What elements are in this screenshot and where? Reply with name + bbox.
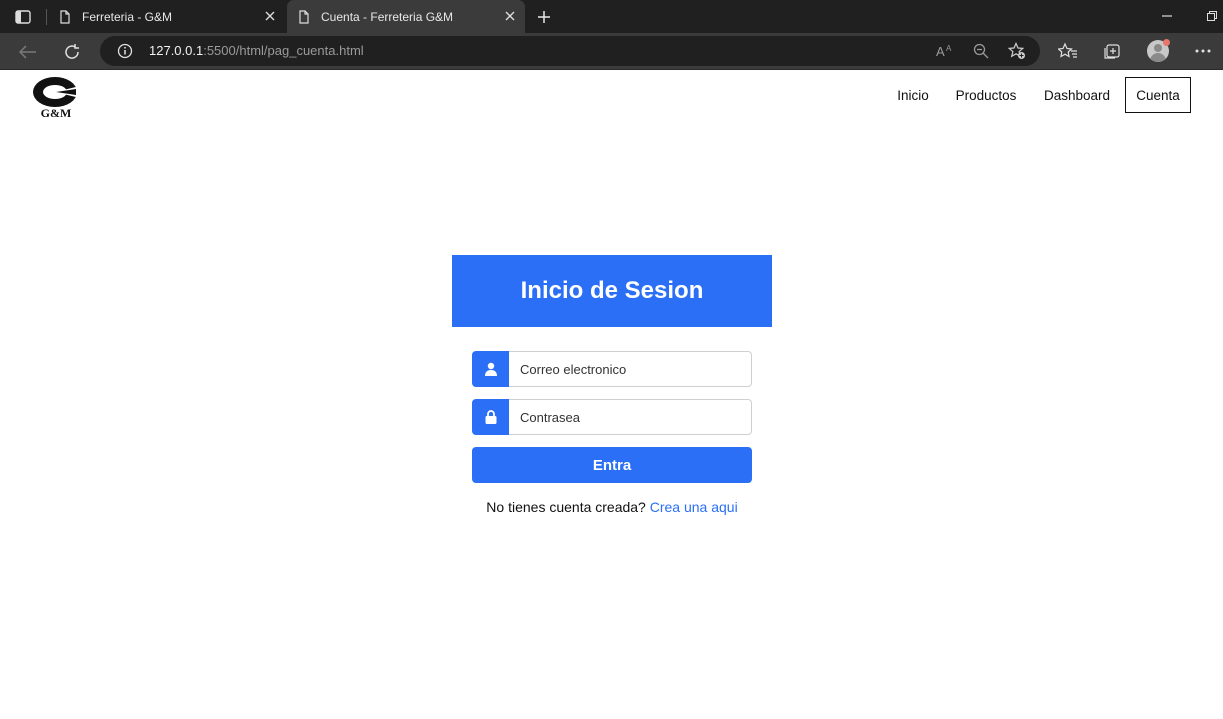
more-icon[interactable] (1193, 41, 1213, 61)
user-icon (472, 351, 509, 387)
lock-icon (472, 399, 509, 435)
notification-dot (1163, 39, 1170, 46)
info-icon[interactable] (117, 43, 133, 59)
login-title: Inicio de Sesion (452, 255, 772, 327)
logo-text: G&M (40, 106, 72, 120)
avatar-body (1150, 53, 1166, 62)
nav-link-inicio[interactable]: Inicio (884, 77, 942, 113)
collections-icon[interactable] (1102, 41, 1122, 61)
tab-title: Cuenta - Ferreteria G&M (321, 9, 454, 24)
avatar-head (1154, 44, 1162, 52)
zoom-out-icon[interactable] (972, 42, 990, 60)
add-favorite-icon[interactable] (1008, 42, 1026, 60)
plus-icon[interactable] (533, 6, 555, 28)
email-input-group (472, 351, 752, 387)
minimize-icon[interactable] (1158, 7, 1176, 25)
svg-text:A: A (946, 44, 952, 53)
svg-text:A: A (936, 44, 945, 59)
close-icon[interactable] (263, 9, 277, 23)
browser-tab-cuenta[interactable]: Cuenta - Ferreteria G&M (287, 0, 525, 33)
site-logo[interactable]: G&M (30, 76, 82, 120)
tab-separator (46, 9, 47, 25)
tab-title: Ferreteria - G&M (82, 9, 173, 24)
nav-link-cuenta[interactable]: Cuenta (1125, 77, 1191, 113)
url-bar[interactable]: 127.0.0.1:5500/html/pag_cuenta.html AA (100, 36, 1040, 66)
password-input-group (472, 399, 752, 435)
url-text: 127.0.0.1:5500/html/pag_cuenta.html (149, 43, 364, 58)
tab-actions-icon[interactable] (10, 6, 36, 28)
password-input[interactable] (509, 399, 752, 435)
browser-tab-bar: Ferreteria - G&M Cuenta - Ferreteria G&M (0, 0, 1223, 33)
document-icon (60, 9, 70, 24)
email-input[interactable] (509, 351, 752, 387)
register-prompt: No tienes cuenta creada? Crea una aqui (452, 499, 772, 515)
nav-link-dashboard[interactable]: Dashboard (1032, 77, 1122, 113)
favorites-icon[interactable] (1058, 41, 1078, 61)
close-icon[interactable] (503, 9, 517, 23)
read-aloud-icon[interactable]: AA (936, 42, 954, 60)
document-icon (299, 9, 309, 24)
nav-link-productos[interactable]: Productos (946, 77, 1026, 113)
register-prompt-text: No tienes cuenta creada? (486, 499, 646, 515)
url-path: :5500/html/pag_cuenta.html (203, 43, 364, 58)
browser-tab-ferreteria[interactable]: Ferreteria - G&M (48, 0, 285, 33)
logo-mark-icon (33, 77, 80, 107)
browser-address-bar: 127.0.0.1:5500/html/pag_cuenta.html AA (0, 33, 1223, 70)
web-page: G&M Inicio Productos Dashboard Cuenta In… (0, 71, 1223, 719)
register-link[interactable]: Crea una aqui (650, 499, 738, 515)
back-arrow-icon[interactable] (16, 40, 40, 64)
refresh-icon[interactable] (60, 40, 84, 64)
login-submit-button[interactable]: Entra (472, 447, 752, 483)
url-host: 127.0.0.1 (149, 43, 204, 58)
restore-icon[interactable] (1203, 7, 1221, 25)
